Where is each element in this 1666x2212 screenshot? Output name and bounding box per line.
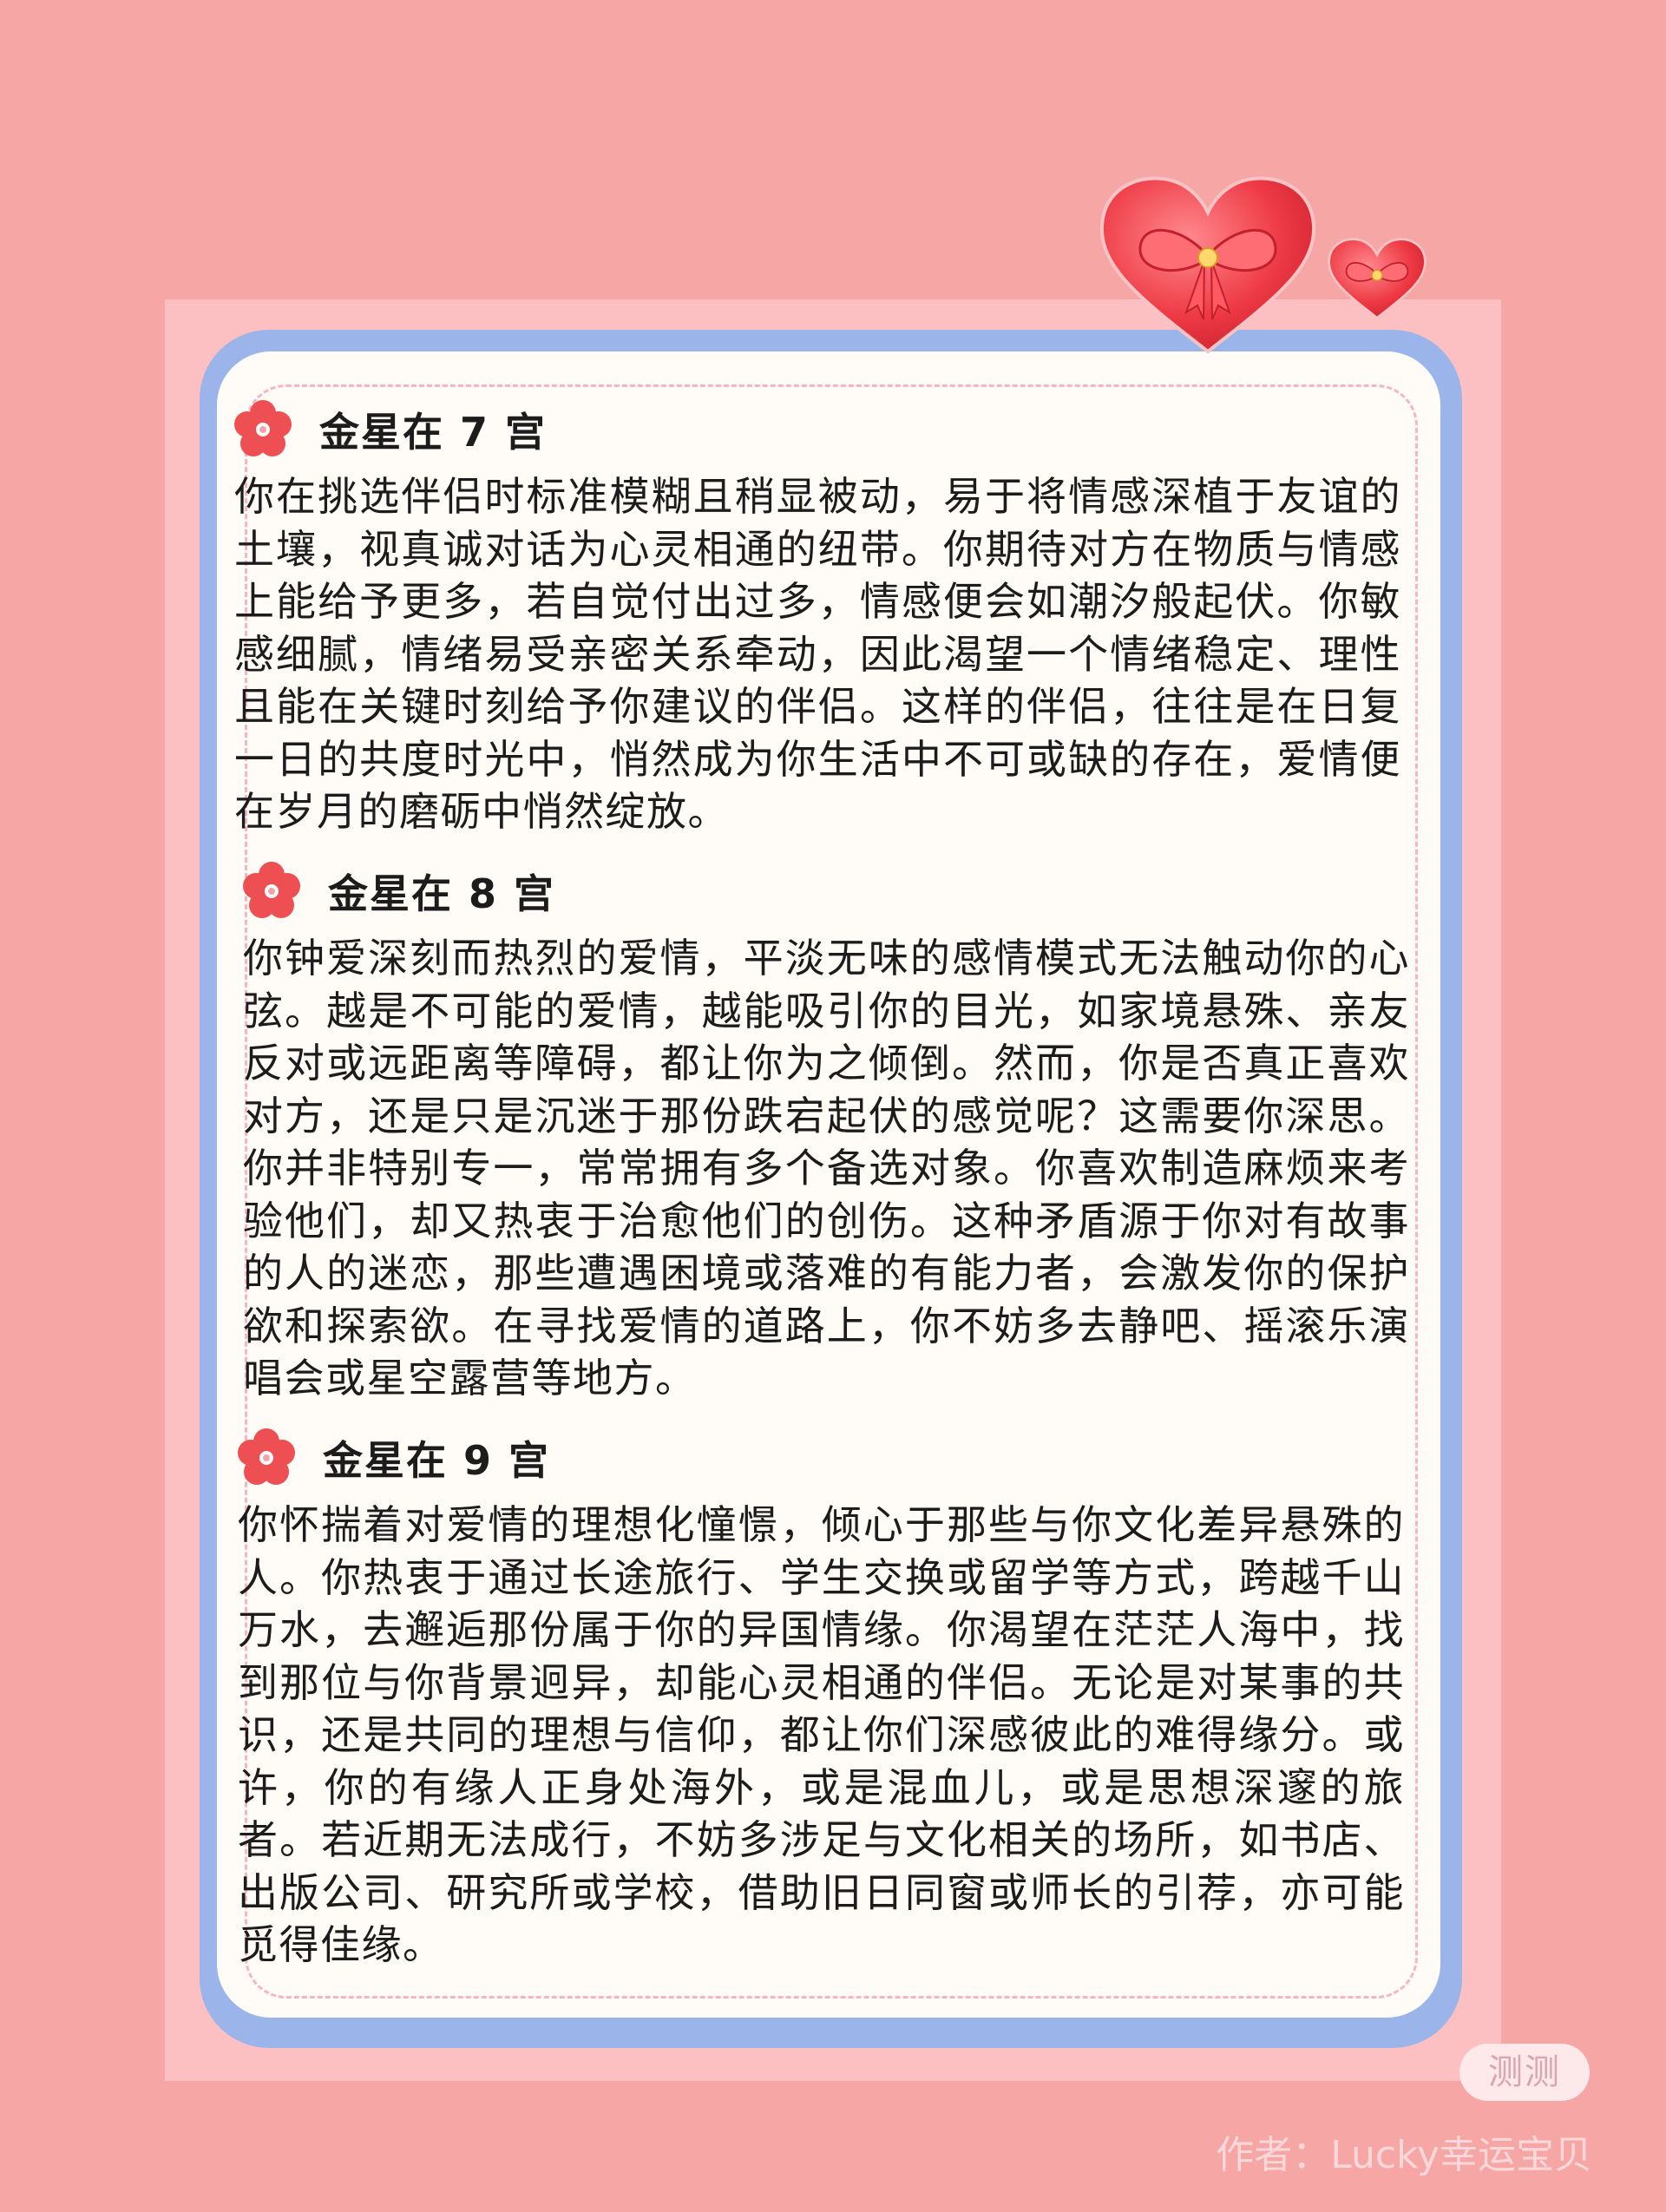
section-house-8: 金星在 8 宫 你钟爱深刻而热烈的爱情，平淡无味的感情模式无法触动你的心弦。越是… (241, 859, 1410, 1405)
heart-bow-icon (1099, 176, 1316, 354)
section-header: 金星在 7 宫 (233, 397, 1401, 462)
flower-icon (238, 1428, 295, 1485)
section-title: 金星在 8 宫 (328, 870, 556, 917)
section-header: 金星在 8 宫 (241, 859, 1410, 923)
flower-icon (234, 400, 292, 456)
section-header: 金星在 9 宫 (236, 1426, 1405, 1490)
section-title: 金星在 9 宫 (323, 1437, 551, 1484)
section-body: 你钟爱深刻而热烈的爱情，平淡无味的感情模式无法触动你的心弦。越是不可能的爱情，越… (243, 935, 1410, 1401)
section-house-7: 金星在 7 宫 你在挑选伴侣时标准模糊且稍显被动，易于将情感深植于友谊的土壤，视… (233, 397, 1401, 838)
section-body: 你怀揣着对爱情的理想化憧憬，倾心于那些与你文化差异悬殊的人。你热衷于通过长途旅行… (238, 1501, 1405, 1968)
app-watermark-badge: 测测 (1459, 2044, 1590, 2101)
section-house-9: 金星在 9 宫 你怀揣着对爱情的理想化憧憬，倾心于那些与你文化差异悬殊的人。你热… (236, 1426, 1405, 1972)
author-watermark: 作者：Lucky幸运宝贝 (1216, 2133, 1592, 2177)
heart-bow-icon (1328, 238, 1427, 319)
section-title: 金星在 7 宫 (319, 409, 548, 456)
section-body: 你在挑选伴侣时标准模糊且稍显被动，易于将情感深植于友谊的土壤，视真诚对话为心灵相… (234, 473, 1401, 835)
flower-icon (243, 862, 300, 918)
